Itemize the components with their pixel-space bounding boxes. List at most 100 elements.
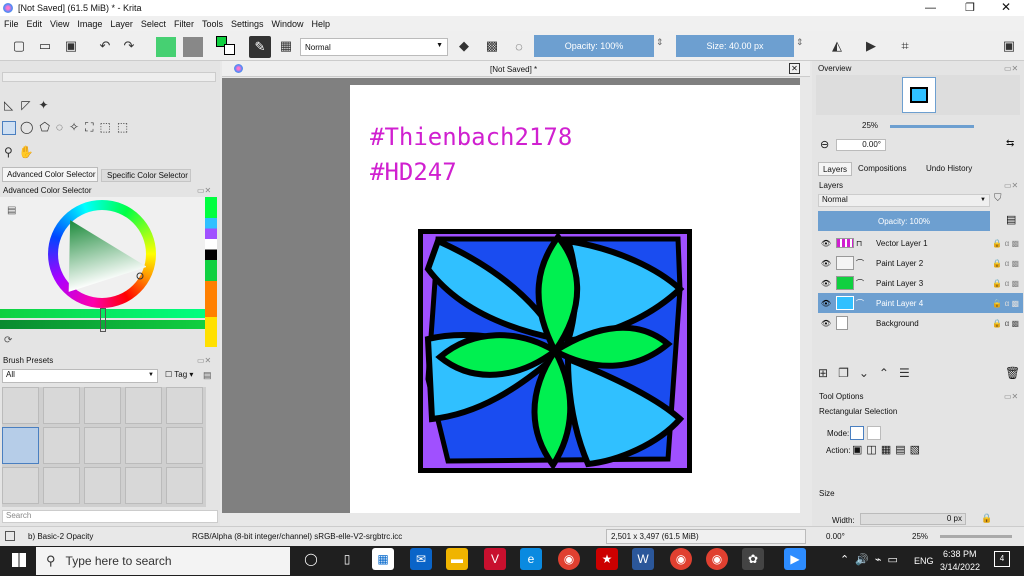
background-color-swatch[interactable] xyxy=(224,44,235,55)
chrome-profile-icon[interactable]: ◉ xyxy=(670,548,692,570)
color-slider-handle[interactable] xyxy=(100,308,106,332)
lock-alpha-icons[interactable]: 🔒 α ▩ xyxy=(992,279,1019,288)
rotation-input[interactable]: 0.00° xyxy=(836,139,886,151)
brush-preset-tile[interactable] xyxy=(43,427,80,464)
layers-float-icon[interactable]: ▭✕ xyxy=(1004,181,1018,190)
menu-edit[interactable]: Edit xyxy=(27,19,43,29)
brush-float-icon[interactable]: ▭✕ xyxy=(197,356,211,365)
layer-row[interactable]: 👁 Background 🔒 α ▩ xyxy=(818,313,1023,333)
tab-compositions[interactable]: Compositions xyxy=(858,164,906,173)
contiguous-select-tool-icon[interactable]: ✧ xyxy=(69,120,85,134)
preserve-alpha-icon[interactable]: ▩ xyxy=(483,37,501,55)
eye-icon[interactable]: 👁 xyxy=(818,299,834,308)
similar-select-tool-icon[interactable]: ⛶ xyxy=(85,120,99,134)
clock-date[interactable]: 3/14/2022 xyxy=(940,562,980,572)
layer-properties-icon[interactable]: ▤ xyxy=(1006,213,1016,226)
add-selection-icon[interactable]: ▦ xyxy=(881,444,895,456)
move-down-icon[interactable]: ⌄ xyxy=(859,366,879,380)
brush-view-icon[interactable]: ▤ xyxy=(203,370,212,381)
brush-preset-tile-selected[interactable] xyxy=(2,427,39,464)
fill-gradient-swatch[interactable] xyxy=(156,37,176,57)
color-triangle[interactable] xyxy=(58,210,146,298)
layer-row[interactable]: 👁 ⊓ Vector Layer 1 🔒 α ▩ xyxy=(818,233,1023,253)
brush-preset-tile[interactable] xyxy=(125,427,162,464)
brush-preset-tile[interactable] xyxy=(84,427,121,464)
brush-preset-tile[interactable] xyxy=(2,387,39,424)
menu-tools[interactable]: Tools xyxy=(202,19,223,29)
delete-layer-icon[interactable]: 🗑 xyxy=(1005,366,1020,380)
lock-icon[interactable]: 🔒 xyxy=(981,513,992,524)
brush-preset-tile[interactable] xyxy=(43,467,80,504)
save-icon[interactable]: ▣ xyxy=(62,37,80,55)
battery-icon[interactable]: ▭ xyxy=(888,554,904,566)
mirror-vertical-icon[interactable]: ▶ xyxy=(862,37,880,55)
subtract-selection-icon[interactable]: ▤ xyxy=(895,444,909,456)
menu-image[interactable]: Image xyxy=(77,19,102,29)
brush-preset-tile[interactable] xyxy=(84,387,121,424)
bezier-select-tool-icon[interactable]: ⬚ xyxy=(99,120,116,134)
open-document-icon[interactable]: ▭ xyxy=(36,37,54,55)
duplicate-layer-icon[interactable]: ❐ xyxy=(838,366,859,380)
menu-settings[interactable]: Settings xyxy=(231,19,264,29)
tab-advanced-color-selector[interactable]: Advanced Color Selector xyxy=(2,167,98,182)
brush-preset-tile[interactable] xyxy=(125,387,162,424)
tab-layers[interactable]: Layers xyxy=(818,162,852,176)
pattern-swatch[interactable] xyxy=(183,37,203,57)
filter-icon[interactable]: ⛉ xyxy=(994,193,1002,204)
redo-icon[interactable]: ↷ xyxy=(120,37,138,55)
layer-settings-icon[interactable]: ☰ xyxy=(899,366,920,380)
layer-row[interactable]: 👁 ⌒ Paint Layer 2 🔒 α ▩ xyxy=(818,253,1023,273)
rotate-icon[interactable]: ⊖ xyxy=(820,138,829,151)
layer-row-selected[interactable]: 👁 ⌒ Paint Layer 4 🔒 α ▩ xyxy=(818,293,1023,313)
word-icon[interactable]: W xyxy=(632,548,654,570)
intersect-selection-icon[interactable]: ◫ xyxy=(866,444,880,456)
blend-mode-select[interactable]: Normal ▼ xyxy=(300,38,448,56)
tab-undo-history[interactable]: Undo History xyxy=(926,164,972,173)
pan-tool-icon[interactable]: ✋ xyxy=(19,145,40,159)
krita-taskbar-icon[interactable]: ✿ xyxy=(742,548,764,570)
overview-float-icon[interactable]: ▭✕ xyxy=(1004,64,1018,73)
brush-search-input[interactable]: Search xyxy=(2,510,218,523)
magnetic-select-tool-icon[interactable]: ⬚ xyxy=(117,120,134,134)
wrap-around-icon[interactable]: ◌ xyxy=(510,37,528,55)
replace-selection-icon[interactable]: ▣ xyxy=(852,444,866,456)
add-layer-icon[interactable]: ⊞ xyxy=(818,366,838,380)
mirror-view-icon[interactable]: ⇆ xyxy=(1006,138,1014,149)
mirror-horizontal-icon[interactable]: ◭ xyxy=(828,37,846,55)
brush-preset-tile[interactable] xyxy=(84,467,121,504)
vivaldi-icon[interactable]: V xyxy=(484,548,506,570)
app-badge-icon[interactable]: ★ xyxy=(596,548,618,570)
cortana-icon[interactable]: ◯ xyxy=(300,548,322,570)
symmetric-selection-icon[interactable]: ▧ xyxy=(910,444,924,456)
eye-icon[interactable]: 👁 xyxy=(818,279,834,288)
layer-row[interactable]: 👁 ⌒ Paint Layer 3 🔒 α ▩ xyxy=(818,273,1023,293)
mail-icon[interactable]: ✉ xyxy=(410,548,432,570)
horizontal-scrollbar[interactable] xyxy=(222,513,810,523)
move-up-icon[interactable]: ⌃ xyxy=(879,366,899,380)
new-document-icon[interactable]: ▢ xyxy=(10,37,28,55)
task-view-icon[interactable]: ▯ xyxy=(336,548,358,570)
close-document-icon[interactable]: ✕ xyxy=(789,63,800,74)
menu-filter[interactable]: Filter xyxy=(174,19,194,29)
brush-preset-tile[interactable] xyxy=(166,467,203,504)
lock-alpha-icons[interactable]: 🔒 α ▩ xyxy=(992,239,1019,248)
language-indicator[interactable]: ENG xyxy=(914,556,934,566)
ellipse-select-tool-icon[interactable]: ◯ xyxy=(20,120,39,134)
size-slider[interactable]: Size: 40.00 px xyxy=(676,35,794,57)
polygon-select-tool-icon[interactable]: ⬠ xyxy=(39,120,55,134)
volume-icon[interactable]: 🔊 xyxy=(855,554,875,566)
taskbar-search[interactable]: ⚲ Type here to search xyxy=(36,547,290,575)
undo-icon[interactable]: ↶ xyxy=(96,37,114,55)
lock-alpha-icons[interactable]: 🔒 α ▩ xyxy=(992,299,1019,308)
brush-preset-tile[interactable] xyxy=(2,467,39,504)
chevron-up-icon[interactable]: ⌃ xyxy=(840,554,855,566)
overview-zoom-slider[interactable] xyxy=(890,125,974,128)
edge-icon[interactable]: e xyxy=(520,548,542,570)
menu-select[interactable]: Select xyxy=(141,19,166,29)
zoom-tool-icon[interactable]: ⚲ xyxy=(4,145,19,159)
layer-opacity-slider[interactable]: Opacity: 100% xyxy=(818,211,990,231)
maximize-icon[interactable]: ❐ xyxy=(965,1,975,14)
eraser-icon[interactable]: ◆ xyxy=(455,37,473,55)
layer-blend-select[interactable]: Normal ▼ xyxy=(818,194,990,207)
lock-alpha-icons[interactable]: 🔒 α ▩ xyxy=(992,319,1019,328)
